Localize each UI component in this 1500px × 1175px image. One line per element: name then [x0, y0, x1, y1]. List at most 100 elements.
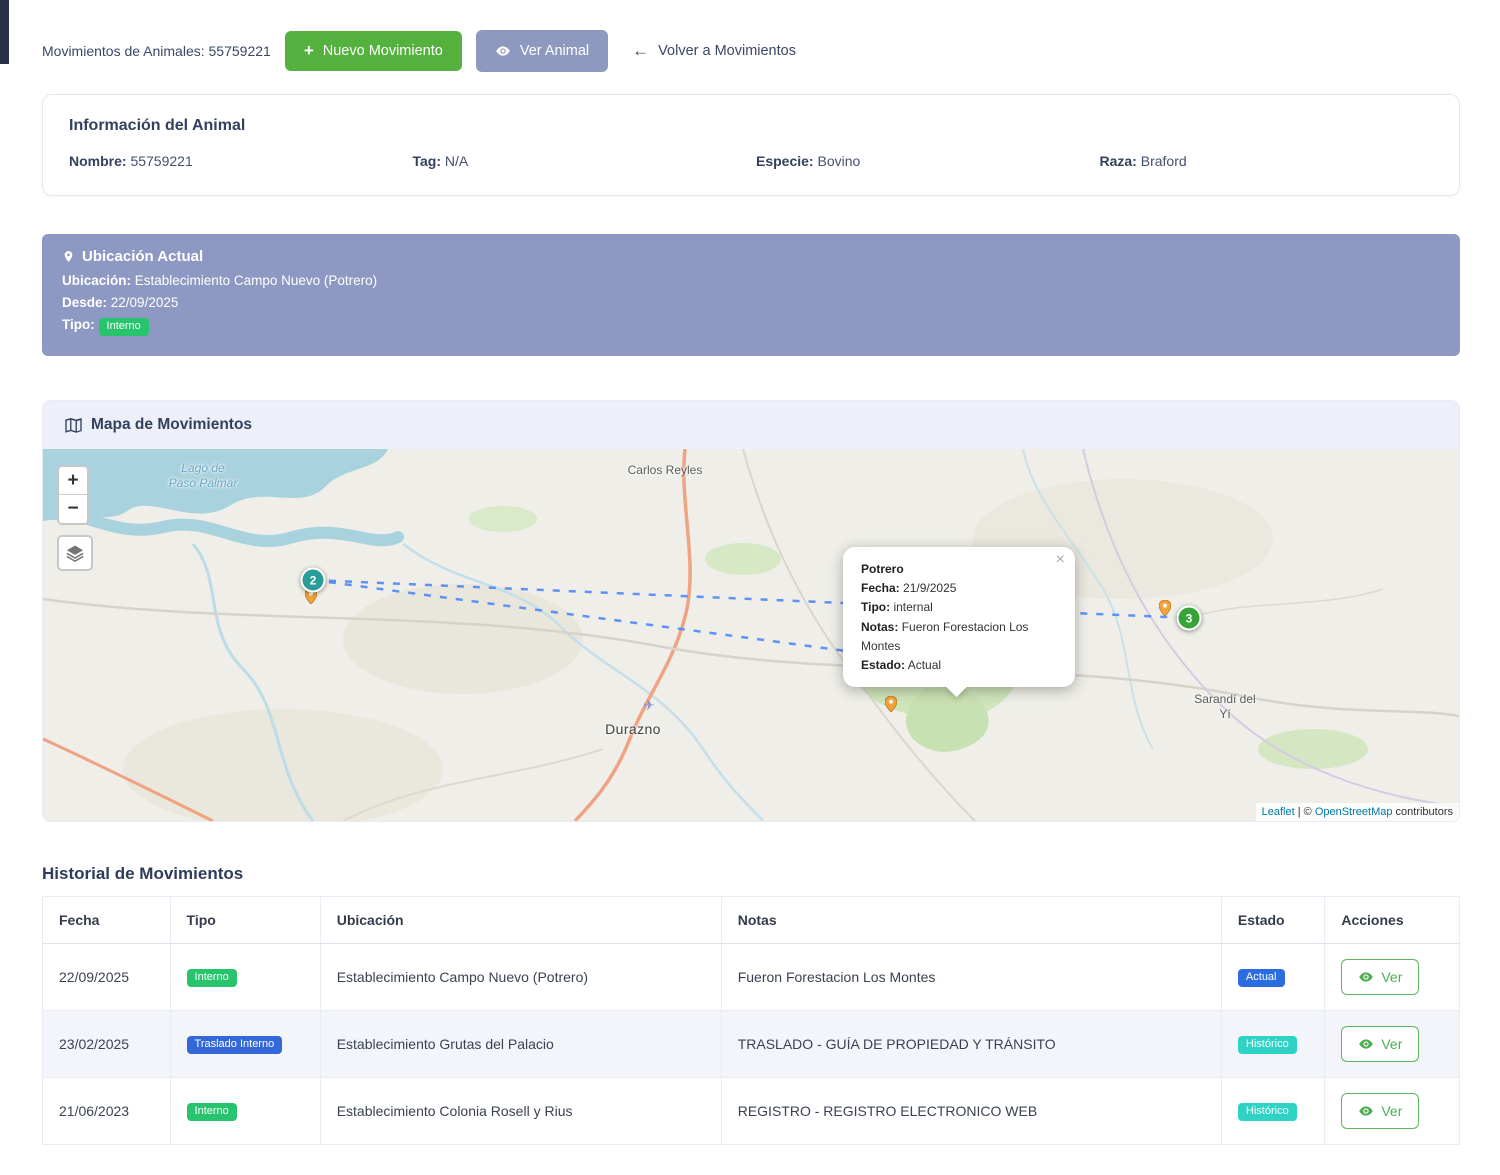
cell-acciones: Ver: [1325, 1078, 1460, 1145]
estado-badge: Histórico: [1238, 1103, 1297, 1121]
popup-tipo: Tipo: internal: [861, 598, 1057, 617]
cell-fecha: 22/09/2025: [43, 944, 171, 1011]
col-acciones: Acciones: [1325, 897, 1460, 944]
back-link-label: Volver a Movimientos: [658, 43, 796, 59]
popup-estado: Estado: Actual: [861, 656, 1057, 675]
map-title: Mapa de Movimientos: [91, 416, 252, 434]
layers-control[interactable]: [57, 535, 93, 571]
type-line: Tipo: Interno: [62, 317, 1440, 336]
field-nombre-label: Nombre:: [69, 153, 127, 169]
map-marker-2[interactable]: 2: [301, 568, 326, 593]
current-location-title-row: Ubicación Actual: [62, 248, 1440, 265]
tipo-badge: Interno: [187, 969, 237, 987]
poi-pin-icon: [1159, 600, 1171, 619]
field-especie-value: Bovino: [817, 153, 860, 169]
current-location-title: Ubicación Actual: [82, 248, 203, 265]
type-badge: Interno: [99, 318, 149, 336]
cell-estado: Histórico: [1221, 1078, 1324, 1145]
ver-label: Ver: [1381, 1036, 1402, 1052]
map-label-durazno: Durazno: [563, 721, 703, 739]
ver-label: Ver: [1381, 969, 1402, 985]
map-canvas[interactable]: Lago de Paso Palmar Carlos Reyles ✈ Dura…: [43, 449, 1459, 821]
sarandi-label-line2: Yí: [1165, 707, 1285, 722]
history-header-row: Fecha Tipo Ubicación Notas Estado Accion…: [43, 897, 1460, 944]
cell-ubicacion: Establecimiento Colonia Rosell y Rius: [320, 1078, 721, 1145]
eye-icon: [1358, 1036, 1374, 1052]
zoom-in-button[interactable]: +: [59, 467, 87, 495]
top-bar: Movimientos de Animales: 55759221 + Nuev…: [42, 30, 1460, 72]
table-row: 21/06/2023 Interno Establecimiento Colon…: [43, 1078, 1460, 1145]
map-icon: [65, 418, 82, 433]
popup-fecha: Fecha: 21/9/2025: [861, 579, 1057, 598]
sidebar-edge: [0, 0, 9, 64]
ver-button[interactable]: Ver: [1341, 1093, 1419, 1129]
estado-badge: Actual: [1238, 969, 1285, 987]
col-notas: Notas: [721, 897, 1221, 944]
estado-badge: Histórico: [1238, 1036, 1297, 1054]
cell-fecha: 23/02/2025: [43, 1011, 171, 1078]
page-title: Movimientos de Animales: 55759221: [42, 43, 271, 59]
map-attribution: Leaflet | © OpenStreetMap contributors: [1256, 803, 1459, 821]
field-raza: Raza: Braford: [1100, 153, 1434, 169]
map-label-carlos-reyles: Carlos Reyles: [585, 463, 745, 478]
field-especie: Especie: Bovino: [756, 153, 1090, 169]
map-label-lake: Lago de Paso Palmar: [133, 461, 273, 491]
tipo-badge: Interno: [187, 1103, 237, 1121]
field-raza-value: Braford: [1141, 153, 1187, 169]
field-nombre: Nombre: 55759221: [69, 153, 403, 169]
since-value: 22/09/2025: [111, 295, 179, 310]
cell-tipo: Interno: [170, 944, 320, 1011]
field-nombre-value: 55759221: [130, 153, 192, 169]
eye-icon: [1358, 969, 1374, 985]
popup-title: Potrero: [861, 562, 904, 576]
col-tipo: Tipo: [170, 897, 320, 944]
cell-notas: TRASLADO - GUÍA DE PROPIEDAD Y TRÁNSITO: [721, 1011, 1221, 1078]
attribution-suffix: contributors: [1392, 806, 1453, 818]
attribution-separator: | ©: [1295, 806, 1315, 818]
type-label: Tipo:: [62, 317, 95, 332]
poi-pin-icon: [885, 696, 897, 715]
ver-button[interactable]: Ver: [1341, 1026, 1419, 1062]
history-title: Historial de Movimientos: [42, 864, 1460, 884]
since-line: Desde: 22/09/2025: [62, 295, 1440, 310]
view-animal-button[interactable]: Ver Animal: [476, 30, 608, 72]
sarandi-label-line1: Sarandí del: [1165, 692, 1285, 707]
airport-icon: ✈: [643, 697, 655, 714]
popup-notas: Notas: Fueron Forestacion Los Montes: [861, 618, 1057, 656]
zoom-out-button[interactable]: −: [59, 495, 87, 523]
popup-notas-label: Notas:: [861, 620, 898, 634]
popup-close-icon[interactable]: ×: [1056, 552, 1065, 568]
popup-fecha-label: Fecha:: [861, 581, 900, 595]
field-tag-label: Tag:: [413, 153, 442, 169]
location-line: Ubicación: Establecimiento Campo Nuevo (…: [62, 273, 1440, 288]
popup-tipo-value: internal: [893, 600, 932, 614]
field-raza-label: Raza:: [1100, 153, 1137, 169]
popup-fecha-value: 21/9/2025: [903, 581, 956, 595]
location-value: Establecimiento Campo Nuevo (Potrero): [135, 273, 377, 288]
new-movement-button[interactable]: + Nuevo Movimiento: [285, 31, 462, 72]
current-location-panel: Ubicación Actual Ubicación: Establecimie…: [42, 234, 1460, 356]
new-movement-label: Nuevo Movimiento: [323, 44, 443, 59]
cell-ubicacion: Establecimiento Grutas del Palacio: [320, 1011, 721, 1078]
cell-tipo: Traslado Interno: [170, 1011, 320, 1078]
history-table: Fecha Tipo Ubicación Notas Estado Accion…: [42, 896, 1460, 1145]
basemap-artwork: [43, 449, 1459, 821]
plus-icon: +: [304, 44, 314, 58]
table-row: 22/09/2025 Interno Establecimiento Campo…: [43, 944, 1460, 1011]
cell-ubicacion: Establecimiento Campo Nuevo (Potrero): [320, 944, 721, 1011]
back-to-movements-link[interactable]: ← Volver a Movimientos: [632, 41, 796, 61]
map-marker-3[interactable]: 3: [1177, 606, 1202, 631]
animal-info-fields: Nombre: 55759221 Tag: N/A Especie: Bovin…: [69, 153, 1433, 169]
map-popup: × Potrero Fecha: 21/9/2025 Tipo: interna…: [843, 547, 1075, 687]
cell-fecha: 21/06/2023: [43, 1078, 171, 1145]
ver-button[interactable]: Ver: [1341, 959, 1419, 995]
osm-link[interactable]: OpenStreetMap: [1315, 806, 1393, 818]
view-animal-label: Ver Animal: [520, 44, 589, 59]
since-label: Desde:: [62, 295, 107, 310]
table-row: 23/02/2025 Traslado Interno Establecimie…: [43, 1011, 1460, 1078]
col-fecha: Fecha: [43, 897, 171, 944]
cell-estado: Histórico: [1221, 1011, 1324, 1078]
leaflet-link[interactable]: Leaflet: [1262, 806, 1295, 818]
map-label-sarandi: Sarandí del Yí: [1165, 692, 1285, 722]
popup-estado-label: Estado:: [861, 658, 905, 672]
